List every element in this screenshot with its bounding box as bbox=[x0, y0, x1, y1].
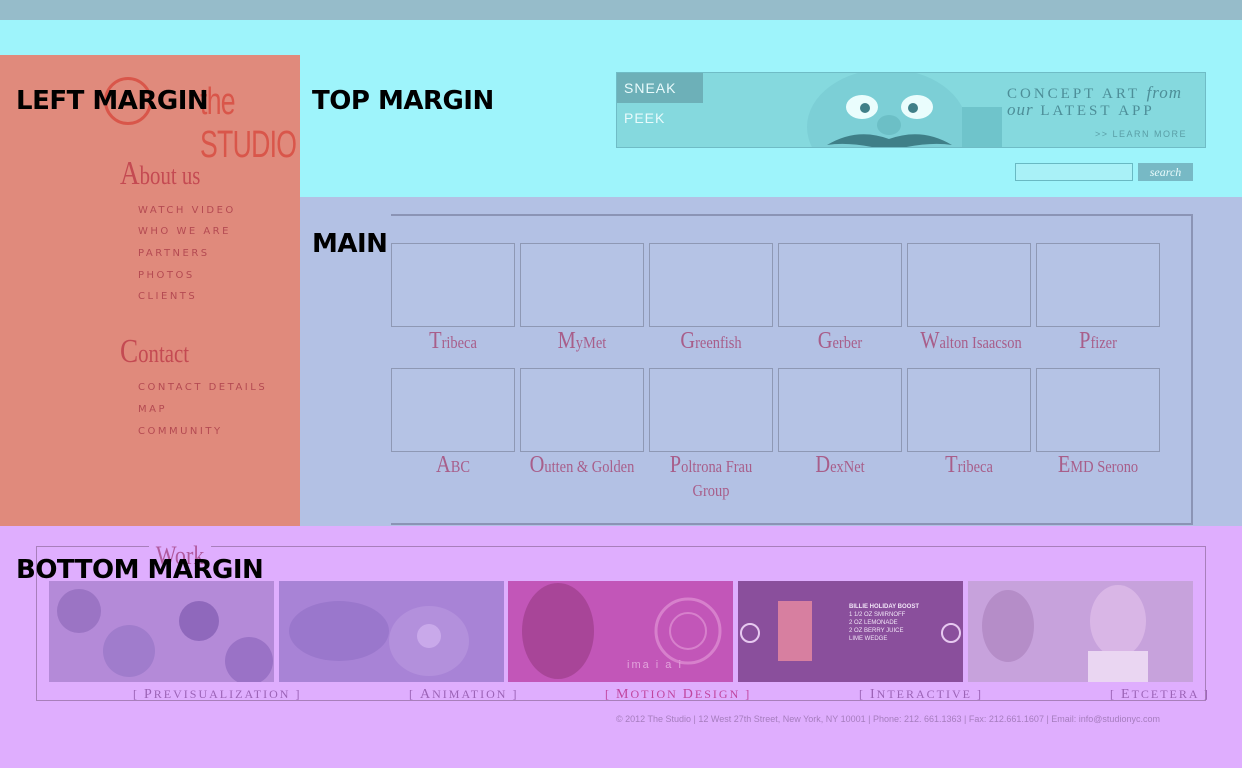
client-logo-tile[interactable] bbox=[778, 243, 902, 327]
main-label: MAIN bbox=[312, 229, 388, 259]
client-logo-tile[interactable] bbox=[1036, 243, 1160, 327]
client-name[interactable]: MyMet bbox=[527, 329, 638, 355]
nav-item-community[interactable]: COMMUNITY bbox=[138, 426, 223, 437]
client-logo-tile[interactable] bbox=[907, 243, 1031, 327]
work-caption-interactive[interactable]: [ INTERACTIVE ] bbox=[859, 687, 983, 703]
nav-item-watch-video[interactable]: WATCH VIDEO bbox=[138, 205, 236, 216]
sneak-peek-banner[interactable]: SNEAK PEEK CONCEPT ART from our LATEST A… bbox=[616, 72, 1206, 148]
nav-item-photos[interactable]: PHOTOS bbox=[138, 270, 195, 281]
client-logo-tile[interactable] bbox=[907, 368, 1031, 452]
client-name[interactable]: EMD Serono bbox=[1043, 453, 1154, 479]
work-thumbnail-previsualization[interactable] bbox=[49, 581, 274, 682]
work-thumbnail-animation[interactable] bbox=[279, 581, 504, 682]
work-thumbnail-etcetera[interactable] bbox=[968, 581, 1193, 682]
footer-copyright: © 2012 The Studio | 12 West 27th Street,… bbox=[616, 714, 1160, 724]
nav-item-clients[interactable]: CLIENTS bbox=[138, 291, 197, 302]
client-name[interactable]: Pfizer bbox=[1043, 329, 1154, 355]
previsualization-image bbox=[57, 589, 273, 682]
animation-image bbox=[289, 601, 469, 676]
about-us-heading: About us bbox=[120, 155, 201, 192]
left-margin-label: LEFT MARGIN bbox=[16, 86, 209, 116]
interactive-recipe-overlay: BILLIE HOLIDAY BOOST 1 1/2 OZ SMIRNOFF 2… bbox=[849, 604, 920, 642]
client-name[interactable]: Poltrona Frau Group bbox=[661, 453, 761, 503]
work-thumbnail-motion-design[interactable] bbox=[508, 581, 733, 682]
nav-item-map[interactable]: MAP bbox=[138, 404, 167, 415]
work-caption-animation[interactable]: [ ANIMATION ] bbox=[409, 687, 518, 703]
client-logo-tile[interactable] bbox=[649, 368, 773, 452]
client-logo-tile[interactable] bbox=[520, 368, 644, 452]
client-name[interactable]: Walton Isaacson bbox=[907, 329, 1035, 355]
client-name[interactable]: Greenfish bbox=[656, 329, 767, 355]
client-logo-tile[interactable] bbox=[520, 243, 644, 327]
client-name[interactable]: Gerber bbox=[785, 329, 896, 355]
client-name[interactable]: Tribeca bbox=[914, 453, 1025, 479]
search-input[interactable] bbox=[1015, 163, 1133, 181]
nav-item-partners[interactable]: PARTNERS bbox=[138, 248, 210, 259]
client-logo-tile[interactable] bbox=[649, 243, 773, 327]
client-logo-tile[interactable] bbox=[1036, 368, 1160, 452]
work-caption-motion-design[interactable]: [ MOTION DESIGN ] bbox=[605, 687, 751, 703]
client-name[interactable]: ABC bbox=[398, 453, 509, 479]
motion-design-image bbox=[522, 583, 722, 679]
bottom-margin-label: BOTTOM MARGIN bbox=[16, 555, 264, 585]
etcetera-image bbox=[982, 585, 1148, 682]
client-logo-tile[interactable] bbox=[391, 368, 515, 452]
contact-heading: Contact bbox=[120, 333, 189, 370]
client-logo-tile[interactable] bbox=[391, 243, 515, 327]
client-name[interactable]: Outten & Golden bbox=[522, 453, 643, 479]
search-button[interactable]: search bbox=[1138, 163, 1193, 181]
main-region: Tribeca MyMet Greenfish Gerber Walton Is… bbox=[300, 197, 1242, 526]
banner-headline-line2: our LATEST APP bbox=[1007, 100, 1155, 119]
client-logo-tile[interactable] bbox=[778, 368, 902, 452]
nav-item-contact-details[interactable]: CONTACT DETAILS bbox=[138, 382, 267, 393]
motion-design-overlay-text: ima i a i bbox=[627, 659, 683, 671]
learn-more-link[interactable]: >> LEARN MORE bbox=[1095, 129, 1187, 139]
work-caption-previsualization[interactable]: [ PREVISUALIZATION ] bbox=[133, 687, 301, 703]
left-margin-region: the STUDIO About us WATCH VIDEO WHO WE A… bbox=[0, 55, 300, 526]
logo-text: the STUDIO bbox=[200, 81, 297, 166]
nav-item-who-we-are[interactable]: WHO WE ARE bbox=[138, 226, 231, 237]
browser-top-strip bbox=[0, 0, 1242, 20]
client-name[interactable]: Tribeca bbox=[398, 329, 509, 355]
client-name[interactable]: DexNet bbox=[785, 453, 896, 479]
banner-tag: SNEAK PEEK bbox=[617, 73, 703, 126]
top-margin-label: TOP MARGIN bbox=[312, 86, 494, 116]
concept-art-character-image bbox=[807, 73, 1002, 147]
work-caption-etcetera[interactable]: [ ETCETERA ] bbox=[1110, 687, 1210, 703]
